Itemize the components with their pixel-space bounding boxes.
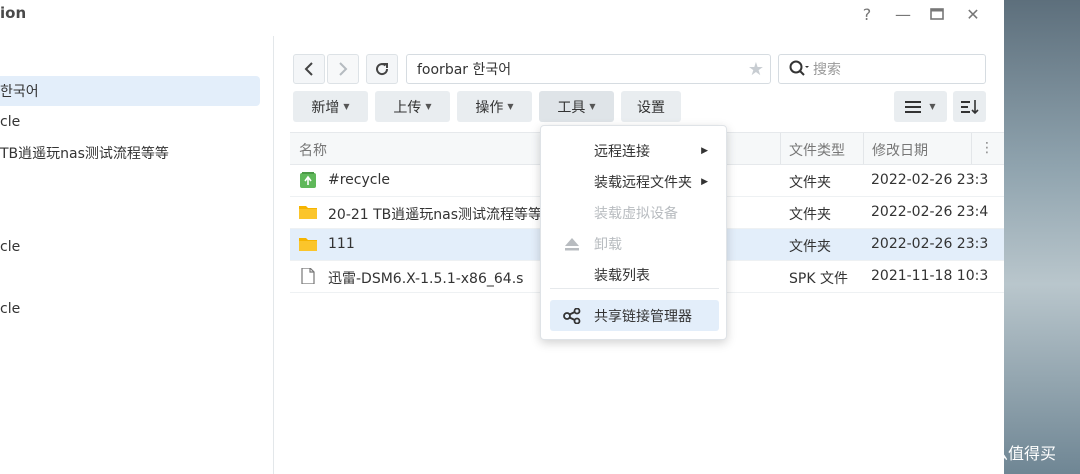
file-modified: 2021-11-18 10:3 — [871, 268, 989, 284]
action-label: 操作 — [475, 99, 504, 116]
path-input[interactable]: foorbar 한국어 ★ — [406, 54, 771, 84]
action-button[interactable]: 操作 ▼ — [457, 91, 532, 122]
chevron-left-icon — [304, 62, 313, 76]
refresh-button[interactable] — [366, 54, 398, 84]
refresh-icon — [376, 63, 389, 76]
tools-dropdown-menu: 远程连接 ▶ 装载远程文件夹 ▶ 装载虚拟设备 卸载 装载列表 共享链接管理器 — [540, 125, 727, 340]
menu-item-label: 装载列表 — [594, 267, 650, 284]
view-mode-button[interactable]: ▼ — [894, 91, 947, 122]
submenu-arrow-icon: ▶ — [701, 176, 708, 187]
file-station-window: ion ? — ✕ 한국어 cle TB逍遥玩nas测试流程等等 cle cle — [0, 0, 1004, 474]
sidebar-item-label: cle — [0, 239, 21, 255]
sidebar-item-label: cle — [0, 114, 21, 130]
caret-down-icon: ▼ — [589, 102, 596, 111]
file-type: 文件夹 — [789, 239, 831, 255]
search-icon[interactable] — [789, 60, 809, 78]
sidebar-item-label: cle — [0, 301, 21, 317]
file-icon — [301, 268, 315, 284]
column-options-icon[interactable]: ⋮ — [980, 140, 994, 156]
maximize-icon — [930, 8, 944, 20]
menu-item-label: 装载远程文件夹 — [594, 174, 692, 191]
caret-down-icon: ▼ — [343, 102, 350, 111]
back-button[interactable] — [293, 54, 325, 84]
sort-icon — [960, 99, 979, 114]
sort-button[interactable] — [953, 91, 986, 122]
menu-item-share-link-manager[interactable]: 共享链接管理器 — [550, 300, 719, 331]
window-title: ion — [0, 4, 27, 22]
forward-button[interactable] — [327, 54, 359, 84]
eject-icon — [565, 238, 579, 251]
menu-item-label: 卸载 — [594, 236, 622, 253]
path-text: foorbar 한국어 — [417, 62, 512, 78]
sidebar-item-recycle[interactable]: cle — [0, 107, 260, 137]
file-name: 迅雷-DSM6.X-1.5.1-x86_64.s — [328, 271, 524, 287]
sidebar-item-korean[interactable]: 한국어 — [0, 76, 260, 106]
file-type: 文件夹 — [789, 207, 831, 223]
create-button[interactable]: 新增 ▼ — [293, 91, 368, 122]
tools-label: 工具 — [557, 99, 586, 116]
search-input[interactable]: 搜索 — [778, 54, 986, 84]
sidebar-item-tb-folder[interactable]: TB逍遥玩nas测试流程等等 — [0, 138, 260, 168]
submenu-arrow-icon: ▶ — [701, 145, 708, 156]
menu-item-mount-remote-folder[interactable]: 装载远程文件夹 ▶ — [541, 166, 728, 197]
tools-button[interactable]: 工具 ▼ — [539, 91, 614, 122]
menu-item-mount-virtual-drive[interactable]: 装载虚拟设备 — [541, 197, 728, 228]
folder-icon — [299, 238, 317, 251]
minimize-button[interactable]: — — [892, 3, 914, 25]
sidebar-item-label: TB逍遥玩nas测试流程等等 — [0, 146, 169, 162]
file-modified: 2022-02-26 23:3 — [871, 172, 989, 188]
file-type: SPK 文件 — [789, 271, 848, 287]
title-bar: ion ? — ✕ — [0, 0, 1004, 34]
sidebar: 한국어 cle TB逍遥玩nas测试流程等等 cle cle — [0, 36, 274, 474]
file-modified: 2022-02-26 23:4 — [871, 204, 989, 220]
menu-item-label: 共享链接管理器 — [594, 308, 692, 325]
file-name: #recycle — [328, 172, 390, 188]
caret-down-icon: ▼ — [507, 102, 514, 111]
help-button[interactable]: ? — [856, 3, 878, 25]
file-type: 文件夹 — [789, 175, 831, 191]
create-label: 新增 — [311, 99, 340, 116]
folder-icon — [299, 206, 317, 219]
close-button[interactable]: ✕ — [962, 3, 984, 25]
column-divider — [780, 133, 781, 164]
menu-item-label: 远程连接 — [594, 143, 650, 160]
chevron-right-icon — [339, 62, 348, 76]
file-name: 111 — [328, 236, 355, 252]
maximize-button[interactable] — [926, 3, 948, 25]
settings-button[interactable]: 设置 — [621, 91, 681, 122]
column-divider — [971, 133, 972, 164]
recycle-icon — [300, 172, 316, 188]
menu-item-label: 装载虚拟设备 — [594, 205, 678, 222]
caret-down-icon: ▼ — [425, 102, 432, 111]
caret-down-icon: ▼ — [929, 102, 936, 111]
share-icon — [563, 308, 581, 324]
menu-item-remote-connection[interactable]: 远程连接 ▶ — [541, 135, 728, 166]
upload-label: 上传 — [393, 99, 422, 116]
file-modified: 2022-02-26 23:3 — [871, 236, 989, 252]
search-placeholder: 搜索 — [813, 62, 841, 78]
sidebar-item-recycle-2[interactable]: cle — [0, 232, 260, 262]
sidebar-item-recycle-3[interactable]: cle — [0, 294, 260, 324]
menu-item-unmount[interactable]: 卸载 — [541, 228, 728, 259]
column-divider — [863, 133, 864, 164]
list-view-icon — [905, 100, 922, 113]
column-type-header[interactable]: 文件类型 — [789, 140, 845, 160]
star-icon[interactable]: ★ — [748, 59, 764, 80]
watermark-text: 什么值得买 — [976, 444, 1057, 463]
column-name-header[interactable]: 名称 — [299, 140, 327, 160]
sidebar-item-label: 한국어 — [0, 84, 39, 100]
watermark-logo-icon: 值 — [950, 441, 972, 463]
menu-divider — [550, 288, 719, 289]
column-modified-header[interactable]: 修改日期 — [872, 140, 928, 160]
upload-button[interactable]: 上传 ▼ — [375, 91, 450, 122]
watermark: 值 什么值得买 — [950, 438, 1076, 466]
settings-label: 设置 — [637, 99, 665, 116]
menu-item-mount-list[interactable]: 装载列表 — [541, 259, 728, 290]
file-name: 20-21 TB逍遥玩nas测试流程等等 — [328, 207, 543, 223]
